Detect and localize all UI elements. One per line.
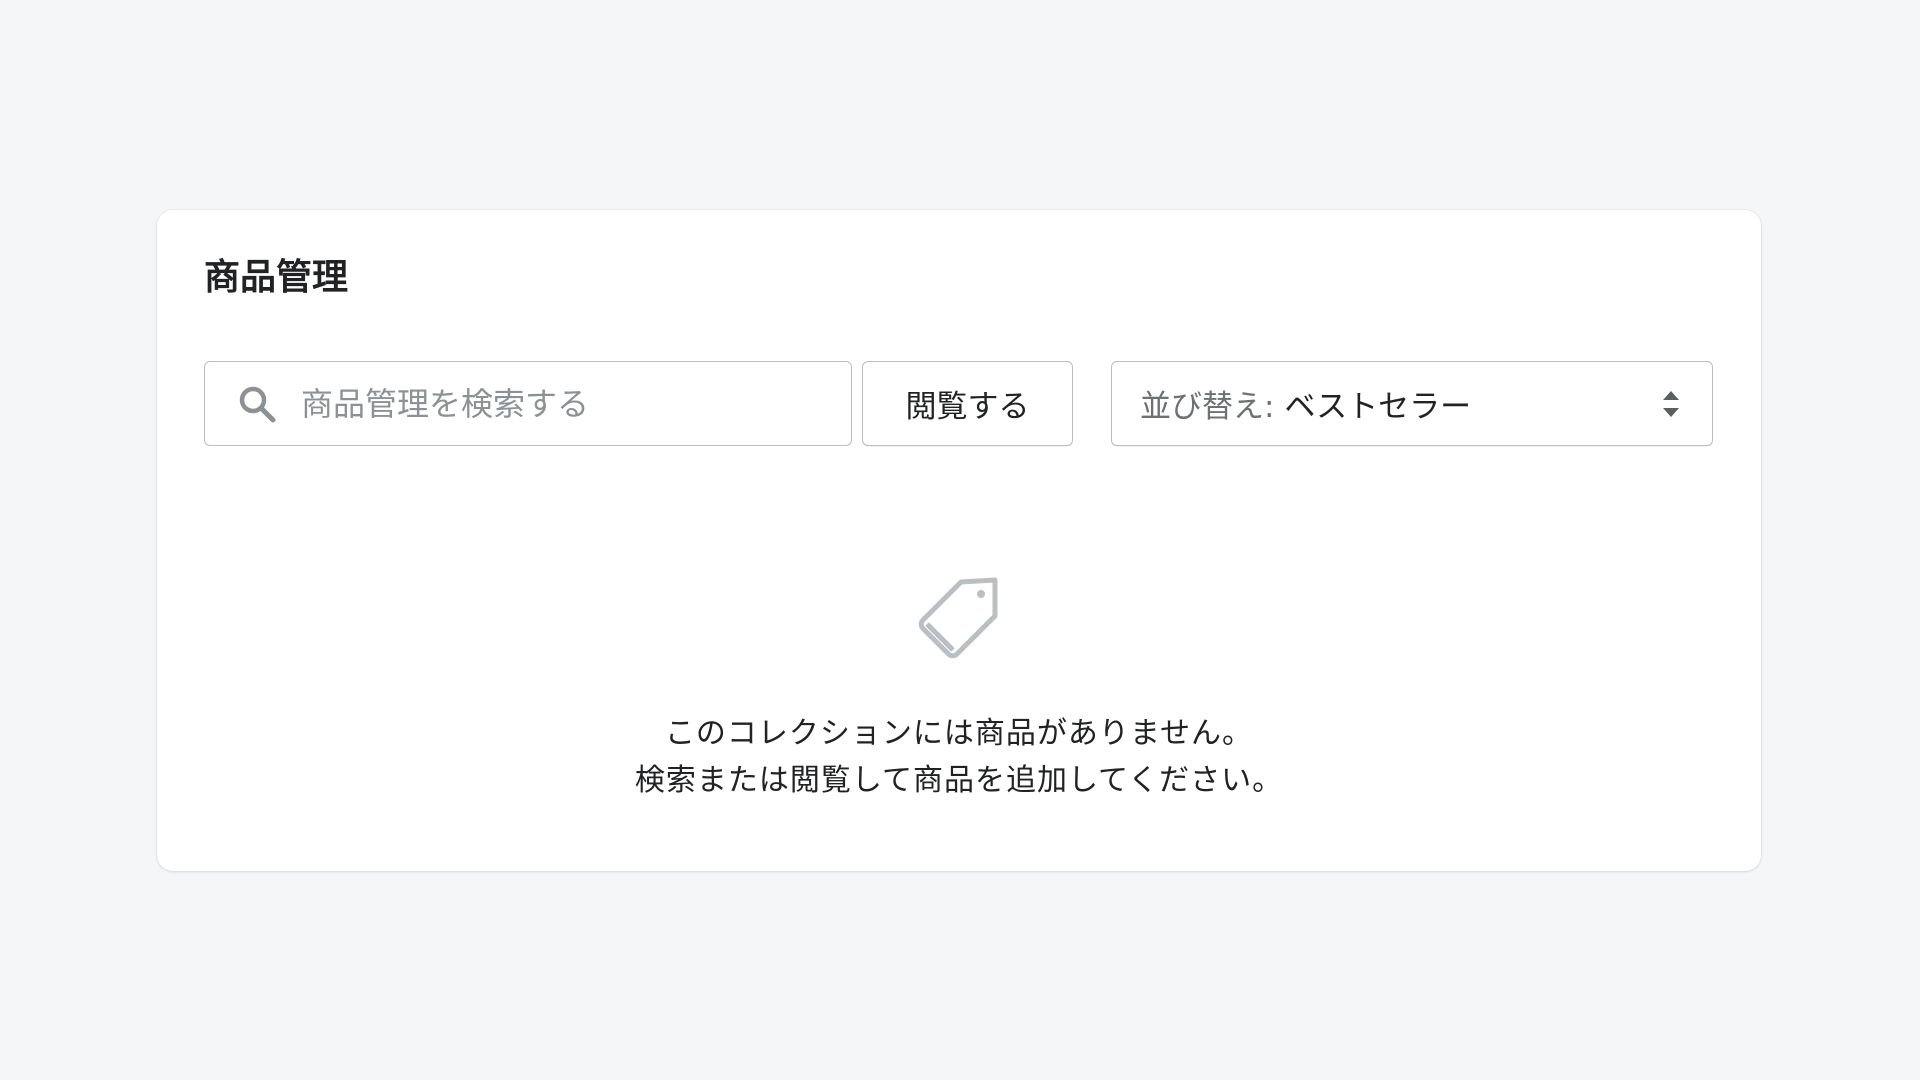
products-card: 商品管理 閲覧する 並び替え: ベストセラー bbox=[157, 210, 1761, 871]
empty-state: このコレクションには商品がありません。 検索または閲覧して商品を追加してください… bbox=[157, 570, 1761, 804]
select-arrows-icon bbox=[1660, 386, 1682, 422]
search-icon bbox=[235, 382, 279, 426]
empty-message: このコレクションには商品がありません。 検索または閲覧して商品を追加してください… bbox=[157, 710, 1761, 804]
card-title: 商品管理 bbox=[204, 257, 349, 298]
tag-icon bbox=[911, 570, 1007, 666]
search-input[interactable] bbox=[299, 372, 843, 435]
sort-selected-value: ベストセラー bbox=[1284, 389, 1472, 425]
sort-label: 並び替え: bbox=[1140, 389, 1275, 425]
empty-message-line-1: このコレクションには商品がありません。 bbox=[664, 716, 1254, 751]
sort-select[interactable]: 並び替え: ベストセラー bbox=[1111, 361, 1713, 446]
empty-message-line-2: 検索または閲覧して商品を追加してください。 bbox=[634, 763, 1284, 798]
browse-button[interactable]: 閲覧する bbox=[862, 361, 1073, 446]
search-field[interactable] bbox=[204, 361, 852, 446]
